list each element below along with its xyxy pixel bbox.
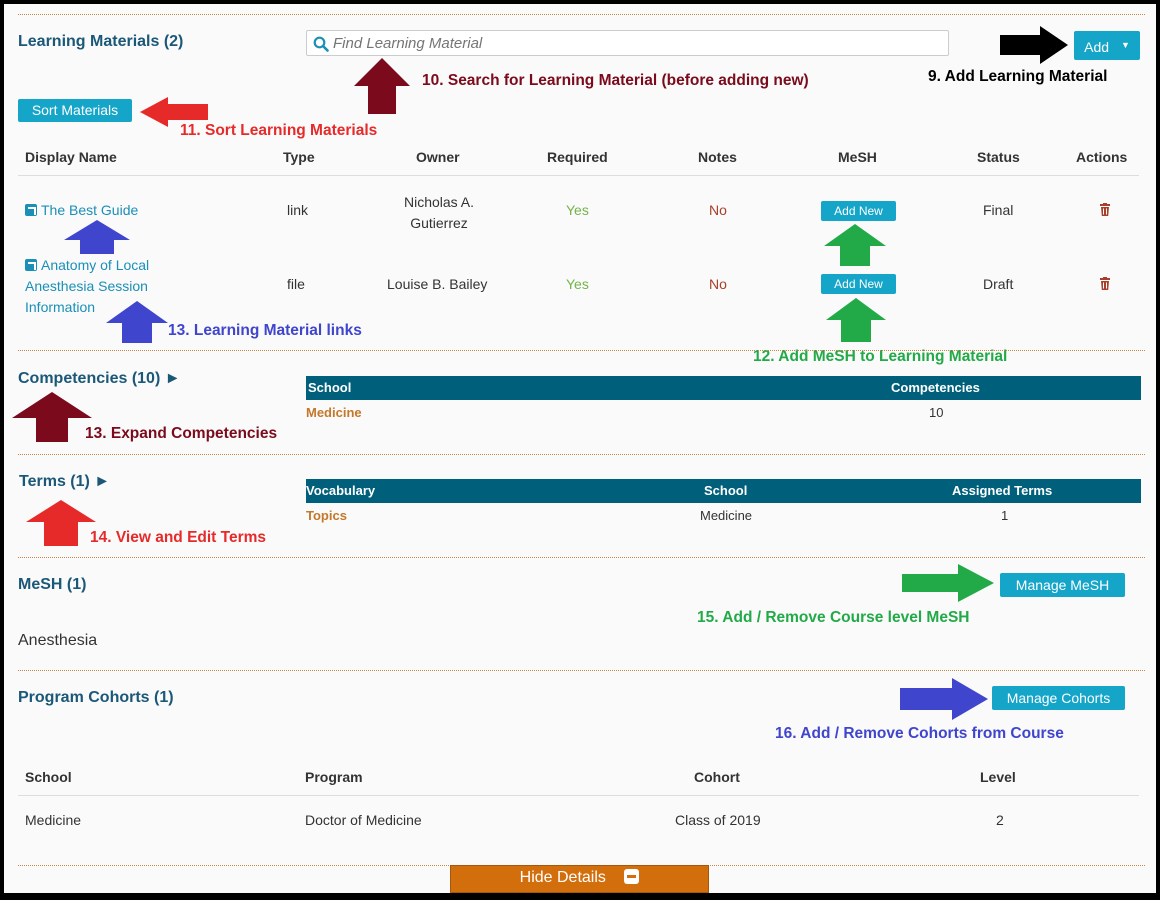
material-notes: No xyxy=(709,202,727,218)
col-competencies: Competencies xyxy=(891,380,980,395)
search-icon xyxy=(313,36,329,52)
arrow-up-blue-icon xyxy=(106,301,168,343)
col-notes: Notes xyxy=(698,149,737,165)
annotation-13-expand: 13. Expand Competencies xyxy=(85,425,278,442)
competencies-table-header: School Competencies xyxy=(306,376,1141,400)
material-owner: Louise B. Bailey xyxy=(387,276,488,292)
col-owner: Owner xyxy=(416,149,460,165)
material-status: Draft xyxy=(983,276,1014,292)
add-button-label: Add xyxy=(1084,39,1110,55)
manage-cohorts-button[interactable]: Manage Cohorts xyxy=(992,686,1125,710)
annotation-10: 10. Search for Learning Material (before… xyxy=(422,72,809,89)
material-notes: No xyxy=(709,276,727,292)
header-rule xyxy=(18,175,1139,176)
divider xyxy=(18,14,1145,15)
material-status: Final xyxy=(983,202,1014,218)
manage-mesh-button[interactable]: Manage MeSH xyxy=(1000,573,1125,597)
arrow-right-green-icon xyxy=(902,564,994,602)
col-cohort: Cohort xyxy=(694,769,740,785)
material-type: file xyxy=(287,276,305,292)
learning-materials-title: Learning Materials (2) xyxy=(18,33,184,50)
divider xyxy=(18,350,1145,351)
material-name: Anesthesia Session xyxy=(25,278,148,294)
material-link-best-guide[interactable]: The Best Guide xyxy=(25,202,138,218)
cohort-level: 2 xyxy=(996,812,1004,828)
owner-line: Nicholas A. xyxy=(403,194,475,210)
trash-icon[interactable] xyxy=(1099,203,1111,216)
material-name: The Best Guide xyxy=(41,202,139,218)
competency-count: 10 xyxy=(929,405,944,420)
col-school: School xyxy=(25,769,72,785)
annotation-14: 14. View and Edit Terms xyxy=(90,529,267,546)
arrow-up-blue-icon xyxy=(64,220,130,254)
arrow-up-green-icon xyxy=(824,224,886,266)
material-name: Anatomy of Local xyxy=(41,257,150,273)
arrow-up-red-icon xyxy=(26,500,96,546)
term-vocabulary[interactable]: Topics xyxy=(306,508,347,523)
annotation-13-links: 13. Learning Material links xyxy=(168,322,362,339)
terms-toggle[interactable]: Terms (1) ► xyxy=(19,473,110,491)
material-required: Yes xyxy=(566,202,589,218)
mesh-term: Anesthesia xyxy=(18,632,98,649)
col-required: Required xyxy=(547,149,608,165)
annotation-9: 9. Add Learning Material xyxy=(928,68,1108,85)
competencies-toggle[interactable]: Competencies (10) ► xyxy=(18,370,181,388)
caret-down-icon: ▼ xyxy=(1120,40,1130,50)
external-link-icon xyxy=(25,204,37,216)
term-school: Medicine xyxy=(700,508,753,523)
arrow-right-black-icon xyxy=(1000,26,1068,64)
arrow-up-green-icon xyxy=(826,298,886,342)
term-assigned-count: 1 xyxy=(1001,508,1009,523)
divider xyxy=(18,454,1145,455)
add-dropdown-button[interactable]: Add ▼ xyxy=(1074,31,1140,60)
col-school: School xyxy=(704,483,748,498)
annotation-11: 11. Sort Learning Materials xyxy=(180,122,378,139)
col-level: Level xyxy=(980,769,1016,785)
divider xyxy=(18,670,1145,671)
competency-school: Medicine xyxy=(306,405,362,420)
cohort-name: Class of 2019 xyxy=(675,812,761,828)
material-owner: Nicholas A. Gutierrez xyxy=(364,192,514,234)
program-cohorts-title: Program Cohorts (1) xyxy=(18,689,174,706)
sort-materials-button[interactable]: Sort Materials xyxy=(18,99,132,122)
arrow-up-maroon-icon xyxy=(12,392,92,442)
annotation-16: 16. Add / Remove Cohorts from Course xyxy=(775,725,1064,742)
header-rule xyxy=(18,795,1139,796)
divider xyxy=(18,557,1145,558)
col-program: Program xyxy=(305,769,363,785)
col-school: School xyxy=(308,380,352,395)
cohort-school: Medicine xyxy=(25,812,82,828)
search-input[interactable] xyxy=(333,33,933,53)
cohort-program: Doctor of Medicine xyxy=(305,812,422,828)
add-mesh-button[interactable]: Add New xyxy=(821,201,896,221)
owner-line: Gutierrez xyxy=(410,215,468,231)
col-status: Status xyxy=(977,149,1020,165)
minus-icon xyxy=(624,869,640,884)
external-link-icon xyxy=(25,259,37,271)
trash-icon[interactable] xyxy=(1099,277,1111,290)
col-display-name: Display Name xyxy=(25,149,117,165)
col-assigned-terms: Assigned Terms xyxy=(952,483,1053,498)
hide-details-button[interactable]: Hide Details xyxy=(450,865,709,893)
material-required: Yes xyxy=(566,276,589,292)
col-vocabulary: Vocabulary xyxy=(306,483,376,498)
col-type: Type xyxy=(283,149,315,165)
arrow-up-maroon-icon xyxy=(354,58,410,114)
col-actions: Actions xyxy=(1076,149,1128,165)
material-type: link xyxy=(287,202,309,218)
arrow-right-blue-icon xyxy=(900,678,988,720)
search-box[interactable] xyxy=(306,30,949,56)
annotation-15: 15. Add / Remove Course level MeSH xyxy=(697,609,970,626)
course-details-panel: Learning Materials (2) Add ▼ 9. Add Lear… xyxy=(4,4,1156,893)
mesh-title: MeSH (1) xyxy=(18,576,87,593)
terms-table-header: Vocabulary School Assigned Terms xyxy=(306,479,1141,503)
hide-details-label: Hide Details xyxy=(519,869,606,886)
add-mesh-button[interactable]: Add New xyxy=(821,274,896,294)
col-mesh: MeSH xyxy=(838,149,877,165)
